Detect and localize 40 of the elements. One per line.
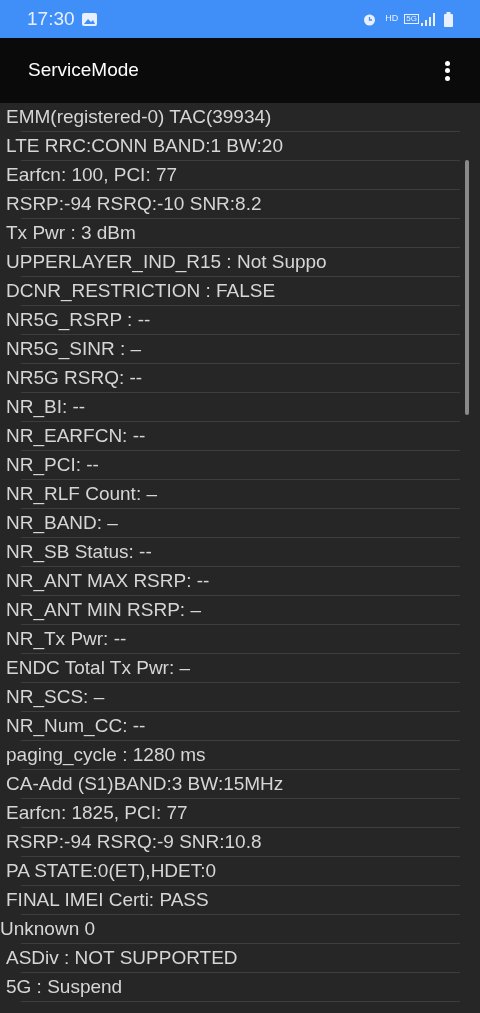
more-options-icon[interactable] <box>444 60 450 81</box>
info-row-text: Tx Pwr : 3 dBm <box>5 221 137 246</box>
info-row-text: NR_ANT MAX RSRP: -- <box>5 569 211 594</box>
info-row-text: NR_SCS: – <box>5 685 106 710</box>
info-row-text: ENDC Total Tx Pwr: – <box>5 656 192 681</box>
info-row-text: EMM(registered-0) TAC(39934) <box>5 105 273 130</box>
battery-icon <box>444 11 453 27</box>
info-row-text: NR_BI: -- <box>5 395 87 420</box>
info-row-text: Unknown 0 <box>0 917 97 942</box>
info-row-text: 5G : Suspend <box>5 975 124 1000</box>
info-row-text: NR5G_SINR : – <box>5 337 143 362</box>
info-row-text: NR_SB Status: -- <box>5 540 153 565</box>
network-indicator: 5G <box>404 14 419 24</box>
info-row-text: CA-Add (S1)BAND:3 BW:15MHz <box>5 772 285 797</box>
info-row-text: UPPERLAYER_IND_R15 : Not Suppo <box>5 250 328 275</box>
info-row-text: paging_cycle : 1280 ms <box>5 743 207 768</box>
info-row-text: Earfcn: 100, PCI: 77 <box>5 163 179 188</box>
info-row-text: RSRP:-94 RSRQ:-9 SNR:10.8 <box>5 830 263 855</box>
info-row-text: NR_ANT MIN RSRP: – <box>5 598 202 623</box>
info-row-text: NR_Num_CC: -- <box>5 714 147 739</box>
scrollbar[interactable] <box>465 160 469 415</box>
info-row-text: ASDiv : NOT SUPPORTED <box>5 946 239 971</box>
info-row-text: NR_Tx Pwr: -- <box>5 627 128 652</box>
info-row-text: DCNR_RESTRICTION : FALSE <box>5 279 277 304</box>
info-row-text: NR_EARFCN: -- <box>5 424 147 449</box>
image-icon <box>81 12 97 26</box>
signal-icon <box>421 12 435 26</box>
info-row-text: PA STATE:0(ET),HDET:0 <box>5 859 218 884</box>
app-title: ServiceMode <box>28 58 139 83</box>
info-row-text: NR_PCI: -- <box>5 453 100 478</box>
info-row-text: NR5G RSRQ: -- <box>5 366 144 391</box>
info-row-text: RSRP:-94 RSRQ:-10 SNR:8.2 <box>5 192 263 217</box>
clock: 17:30 <box>27 6 75 31</box>
info-row-text: FINAL IMEI Certi: PASS <box>5 888 210 913</box>
info-row-text: NR_BAND: – <box>5 511 119 536</box>
info-row-text: NR_RLF Count: – <box>5 482 158 507</box>
hd-indicator: HD <box>385 12 399 26</box>
info-row-text: LTE RRC:CONN BAND:1 BW:20 <box>5 134 284 159</box>
info-row-text: Earfcn: 1825, PCI: 77 <box>5 801 189 826</box>
info-row-text: NR5G_RSRP : -- <box>5 308 152 333</box>
